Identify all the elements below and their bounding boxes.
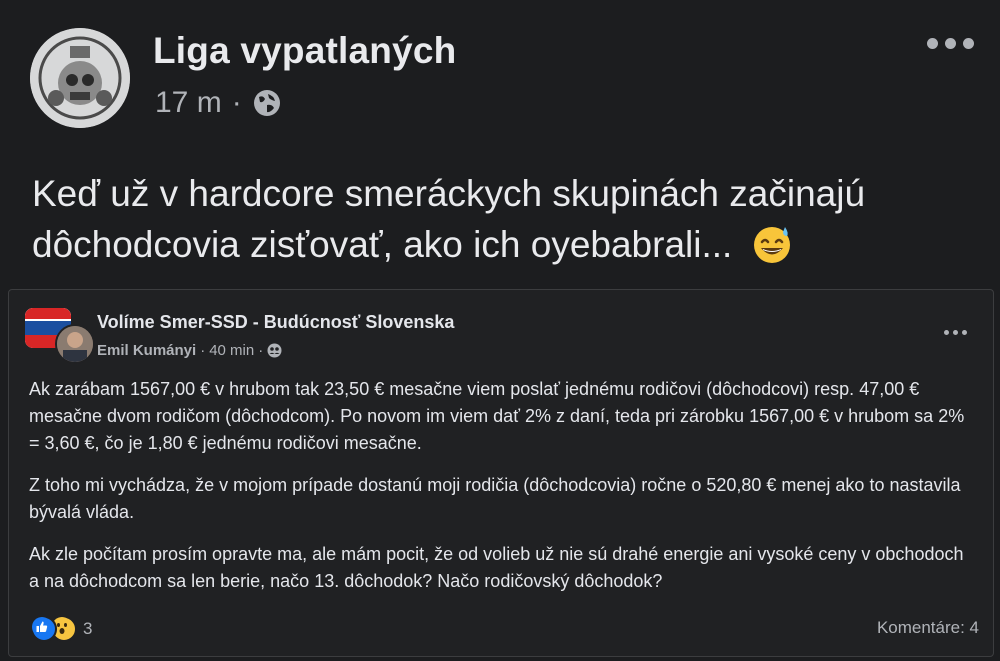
reaction-count: 3 [83, 619, 93, 638]
shared-post-time[interactable]: 40 min [209, 342, 254, 359]
meta-separator: · [258, 342, 264, 359]
post-time[interactable]: 17 m [155, 86, 222, 120]
grinning-sweat-emoji-icon [751, 223, 793, 265]
group-name[interactable]: Volíme Smer-SSD - Budúcnosť Slovenska [97, 312, 454, 333]
shared-paragraph: Ak zle počítam prosím opravte ma, ale má… [29, 544, 964, 591]
more-options-icon[interactable] [927, 38, 974, 49]
shared-post-text: Ak zarábam 1567,00 € v hrubom tak 23,50 … [29, 376, 974, 610]
meta-separator: · [200, 342, 206, 359]
comments-count-link[interactable]: Komentáre: 4 [877, 618, 979, 638]
group-avatar[interactable] [25, 308, 95, 364]
shared-paragraph: Z toho mi vychádza, že v mojom prípade d… [29, 475, 961, 522]
group-icon [267, 343, 282, 358]
post-meta: 17 m · [155, 86, 282, 120]
page-name[interactable]: Liga vypatlaných [153, 30, 456, 72]
like-reaction-icon [31, 616, 57, 642]
page-avatar[interactable] [30, 28, 130, 128]
author-name[interactable]: Emil Kumányi [97, 342, 196, 359]
shared-post-meta: Emil Kumányi · 40 min · [97, 342, 282, 359]
post-text: Keď už v hardcore smeráckych skupinách z… [32, 168, 972, 270]
outer-post-header: Liga vypatlaných 17 m · [0, 0, 1000, 150]
reactions-summary[interactable]: 3 [31, 616, 92, 642]
meta-separator: · [231, 86, 242, 119]
shared-post-card[interactable]: Volíme Smer-SSD - Budúcnosť Slovenska Em… [8, 289, 994, 657]
author-avatar[interactable] [55, 324, 95, 364]
shared-paragraph: Ak zarábam 1567,00 € v hrubom tak 23,50 … [29, 379, 965, 453]
post-text-content: Keď už v hardcore smeráckych skupinách z… [32, 173, 866, 265]
shared-more-options-icon[interactable] [944, 330, 967, 335]
globe-icon [252, 88, 282, 118]
